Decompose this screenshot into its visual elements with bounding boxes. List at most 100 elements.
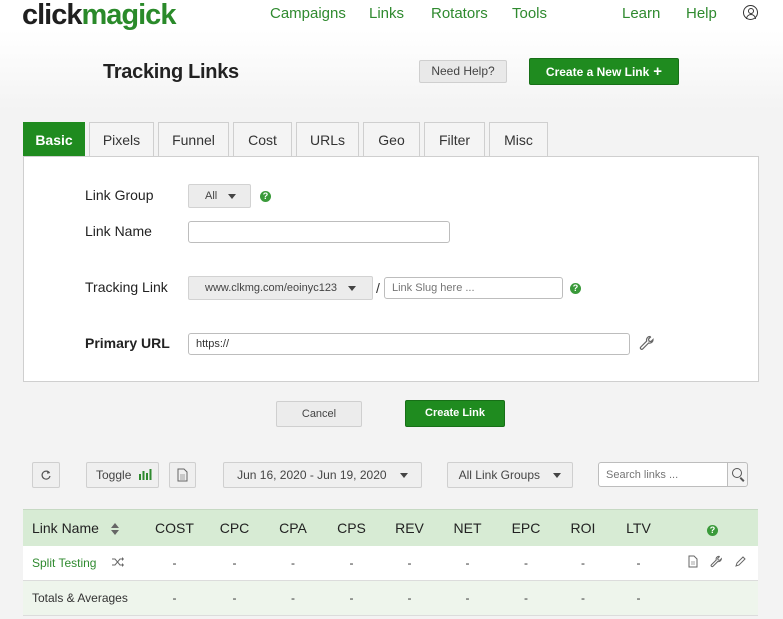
bar-chart-icon [138,469,152,480]
link-groups-select[interactable]: All Link Groups [447,462,573,488]
tracking-link-label: Tracking Link [85,279,168,295]
table-help-icon[interactable]: ? [707,524,718,536]
chevron-down-icon [399,473,408,479]
chevron-down-icon [348,285,357,291]
column-header-cpa[interactable]: CPA [263,509,323,546]
column-header-rev[interactable]: REV [380,509,439,546]
cost-cell: - [143,545,206,581]
date-range-select[interactable]: Jun 16, 2020 - Jun 19, 2020 [223,462,422,488]
create-new-link-label: Create a New Link [545,65,650,79]
chevron-down-icon [553,473,562,479]
link-name-label: Link Name [85,223,152,239]
epc-cell: - [496,545,556,581]
primary-url-input[interactable] [188,333,630,355]
cancel-button[interactable]: Cancel [276,401,362,427]
nav-tools[interactable]: Tools [512,5,547,23]
column-header-cps[interactable]: CPS [323,509,380,546]
search-button[interactable] [727,462,748,487]
toggle-columns-button[interactable]: Toggle [86,462,159,488]
search-input[interactable] [598,462,728,487]
ltv-cell: - [610,545,667,581]
total-roi-cell: - [556,580,610,616]
shuffle-icon [111,556,124,567]
primary-url-label: Primary URL [85,335,170,351]
chevron-down-icon [228,193,237,199]
cpc-cell: - [206,545,263,581]
create-link-button[interactable]: Create Link [405,400,505,427]
roi-cell: - [556,545,610,581]
wrench-icon[interactable] [710,555,723,568]
nav-links[interactable]: Links [369,5,404,23]
toggle-label: Toggle [96,468,132,482]
total-net-cell: - [439,580,496,616]
column-header-roi[interactable]: ROI [556,509,610,546]
create-new-link-button[interactable]: Create a New Link + [529,58,679,85]
nav-help[interactable]: Help [686,5,717,23]
user-account-icon[interactable] [743,5,758,20]
tab-cost[interactable]: Cost [233,122,292,157]
need-help-button[interactable]: Need Help? [419,60,507,83]
column-header-label: Link Name [32,519,99,536]
logo-text-click: click [22,0,82,31]
refresh-button[interactable] [32,462,60,488]
totals-empty-cell [667,580,758,616]
slug-separator: / [376,280,380,296]
total-cost-cell: - [143,580,206,616]
row-actions-cell [667,545,758,581]
link-group-help-icon[interactable]: ? [260,191,271,202]
total-rev-cell: - [380,580,439,616]
total-epc-cell: - [496,580,556,616]
tab-filter[interactable]: Filter [424,122,485,157]
cps-cell: - [323,545,380,581]
tab-funnel[interactable]: Funnel [158,122,229,157]
top-navigation: clickmagick Campaigns Links Rotators Too… [0,0,783,32]
nav-campaigns[interactable]: Campaigns [270,5,346,23]
rev-cell: - [380,545,439,581]
link-group-select[interactable]: All [188,184,251,208]
net-cell: - [439,545,496,581]
link-name-input[interactable] [188,221,450,243]
plus-icon: + [653,63,663,80]
links-table: Link Name COST CPC CPA CPS REV NET EPC R… [23,509,758,616]
column-header-ltv[interactable]: LTV [610,509,667,546]
tracking-domain-select[interactable]: www.clkmg.com/eoinyc123 [188,276,373,300]
stats-report-icon[interactable] [688,555,698,568]
link-group-value: All [205,190,218,202]
total-cpa-cell: - [263,580,323,616]
page-title: Tracking Links [103,61,239,83]
table-header-row: Link Name COST CPC CPA CPS REV NET EPC R… [23,509,758,546]
date-range-value: Jun 16, 2020 - Jun 19, 2020 [237,468,387,482]
column-header-link-name[interactable]: Link Name [23,509,143,546]
total-ltv-cell: - [610,580,667,616]
column-header-epc[interactable]: EPC [496,509,556,546]
clickmagick-logo[interactable]: clickmagick [22,0,176,32]
nav-rotators[interactable]: Rotators [431,5,488,23]
tracking-link-help-icon[interactable]: ? [570,283,581,294]
column-header-help: ? [667,509,758,546]
totals-label-cell: Totals & Averages [23,580,143,616]
tab-basic[interactable]: Basic [23,122,85,157]
table-row: Split Testing - - - - - - - - - [23,545,758,581]
search-icon [732,468,742,478]
link-name-link[interactable]: Split Testing [32,556,96,570]
refresh-icon [41,470,51,480]
total-cps-cell: - [323,580,380,616]
tab-misc[interactable]: Misc [489,122,548,157]
tab-urls[interactable]: URLs [296,122,359,157]
sort-icon[interactable] [110,523,119,536]
wrench-icon[interactable] [639,335,655,351]
column-header-net[interactable]: NET [439,509,496,546]
export-button[interactable] [169,462,196,488]
tracking-domain-value: www.clkmg.com/eoinyc123 [205,282,338,294]
edit-pencil-icon[interactable] [734,556,746,568]
tab-pixels[interactable]: Pixels [89,122,154,157]
link-group-label: Link Group [85,187,154,203]
link-slug-input[interactable] [384,277,563,299]
link-groups-value: All Link Groups [458,468,541,482]
nav-learn[interactable]: Learn [622,5,660,23]
column-header-cost[interactable]: COST [143,509,206,546]
document-icon [177,468,188,482]
tab-geo[interactable]: Geo [363,122,420,157]
table-totals-row: Totals & Averages - - - - - - - - - [23,580,758,616]
column-header-cpc[interactable]: CPC [206,509,263,546]
